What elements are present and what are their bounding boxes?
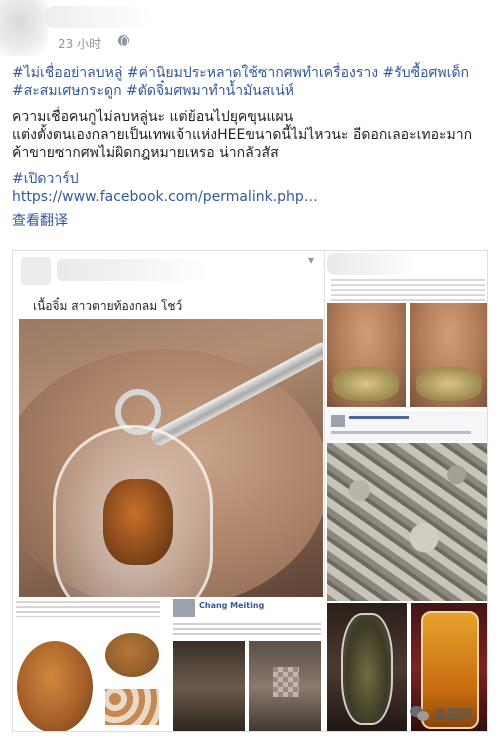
hand-image [410,303,487,407]
hashtags-line-2[interactable]: #สะสมเศษกระดูก #ตัดจิ๋มศพมาทำน้ำมันสเน่ห… [12,83,294,99]
pendant-contents [103,479,173,565]
thumbnail-caption [16,601,160,617]
bone-fragments-photo[interactable] [327,443,487,601]
glass-amulet [341,613,393,725]
avatar[interactable] [0,0,48,56]
side-caption [331,279,485,301]
hands-photo[interactable] [327,303,487,407]
hashtag-list: #ไม่เชื่ออย่าลบหลู่ #ค่านิยมประหลาดใช้ซา… [12,64,492,100]
shared-main-post[interactable]: ▾ เนื้อจิ๋ม สาวตายท้องกลม โชว์ Chang Mei… [13,251,325,731]
thumbnail-image-a[interactable] [173,641,245,731]
post-body: #ไม่เชื่ออย่าลบหลู่ #ค่านิยมประหลาดใช้ซา… [12,64,492,230]
snippet-name [349,416,409,419]
shared-post-card[interactable]: ▾ เนื้อจิ๋ม สาวตายท้องกลม โชว์ Chang Mei… [12,250,488,732]
wechat-icon [410,705,430,722]
side-author-name-blurred[interactable] [327,253,417,275]
shared-caption: เนื้อจิ๋ม สาวตายท้องกลม โชว์ [33,299,183,313]
shared-side-collage[interactable] [327,251,487,731]
thumbnail-photo-2[interactable]: Chang Meiting [169,597,325,731]
post-timestamp[interactable]: 23 小时 [58,35,101,52]
pixelated-area [273,667,299,697]
jar-photo-left [327,603,407,731]
post-caption: ความเชื่อคนกูไม่ลบหลู่นะ แต่ย้อนไปยุคขุน… [12,108,492,162]
globe-icon [118,35,129,47]
thumbnail-row: Chang Meiting [13,597,325,731]
caption-line-3: ค้าขายซากศพไม่ผิดกฎหมายเหรอ น่ากลัวสัส [12,145,279,161]
amber-object-small [105,633,159,677]
shared-author-name-blurred[interactable] [57,259,207,281]
permalink-link[interactable]: https://www.facebook.com/permalink.php… [12,188,492,206]
thumbnail-photo-1[interactable] [13,597,163,731]
avatar[interactable] [173,599,195,617]
translate-link[interactable]: 查看翻译 [12,212,492,230]
caption-line-1: ความเชื่อคนกูไม่ลบหลู่นะ แต่ย้อนไปยุคขุน… [12,109,294,125]
shared-avatar[interactable] [21,257,51,285]
author-name-blurred[interactable] [44,6,152,28]
thumbnail-profile-name[interactable]: Chang Meiting [199,601,264,610]
watermark: 泰国网 [410,704,473,723]
talisman [416,367,482,401]
post-header: 23 小时 [0,0,500,56]
amber-object [17,641,93,731]
talisman [333,367,399,401]
thumbnail-caption [173,623,321,635]
amulet-photo[interactable] [19,319,323,597]
embedded-post-snippet[interactable] [327,411,487,441]
snippet-text [331,431,471,434]
open-warp-hashtag[interactable]: #เปิดวาร์ป [12,170,492,188]
watermark-text: 泰国网 [434,708,474,723]
hand-image [327,303,406,407]
hashtags-line-1[interactable]: #ไม่เชื่ออย่าลบหลู่ #ค่านิยมประหลาดใช้ซา… [12,65,469,81]
avatar [331,415,345,427]
caption-line-2: แต่งตั้งตนเองกลายเป็นเทพเจ้าแห่งHEEขนาดน… [12,127,473,143]
chevron-down-icon[interactable]: ▾ [308,253,314,267]
amber-beads [105,689,159,725]
